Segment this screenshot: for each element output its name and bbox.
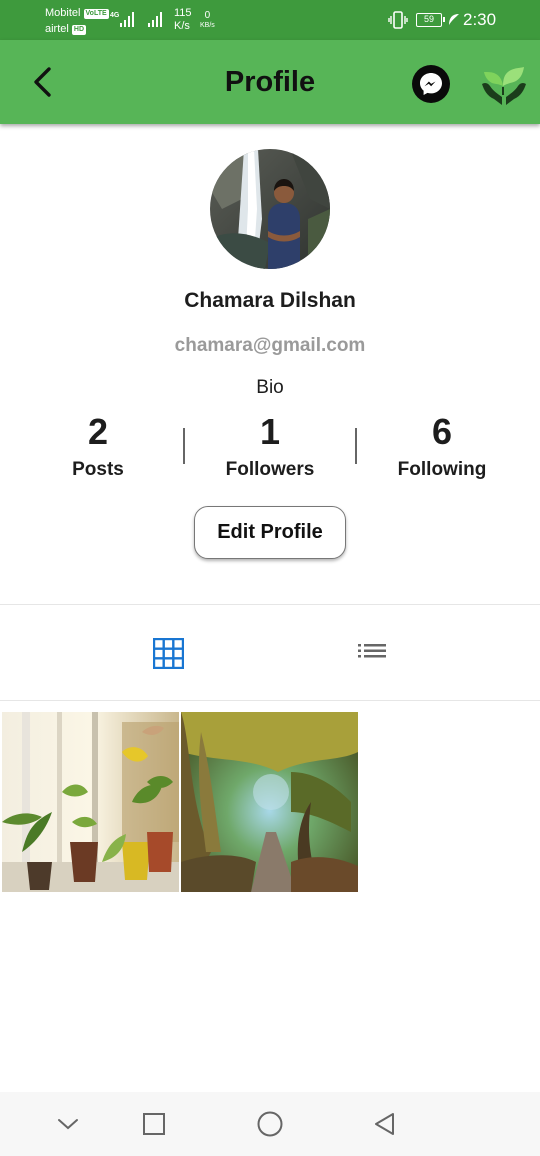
stat-label: Posts bbox=[72, 459, 124, 480]
carrier2: airtel bbox=[45, 23, 69, 35]
nav-hide-button[interactable] bbox=[50, 1106, 86, 1142]
vibrate-icon bbox=[388, 11, 408, 29]
network-type: 4G bbox=[110, 12, 120, 19]
carrier1: Mobitel bbox=[45, 7, 81, 19]
list-icon bbox=[358, 644, 386, 658]
circle-icon bbox=[257, 1111, 283, 1137]
potted-plants-window-photo bbox=[2, 712, 179, 892]
messenger-button[interactable] bbox=[412, 65, 450, 103]
speed-readout: 115 K/s bbox=[174, 7, 192, 32]
stat-label: Following bbox=[397, 459, 487, 480]
nav-back-button[interactable] bbox=[366, 1106, 402, 1142]
stat-posts[interactable]: 2 Posts bbox=[23, 410, 173, 483]
nav-recents-button[interactable] bbox=[136, 1106, 172, 1142]
avatar bbox=[210, 149, 330, 269]
speed-readout-2: 0 KB/s bbox=[200, 10, 215, 29]
hd-tag: HD bbox=[71, 25, 87, 35]
chevron-down-icon bbox=[58, 1119, 78, 1130]
stat-following[interactable]: 6 Following bbox=[367, 410, 517, 483]
stat-value: 6 bbox=[431, 411, 453, 452]
carriers: Mobitel VoLTE airtel HD bbox=[45, 5, 109, 37]
page-title: Profile bbox=[224, 66, 316, 98]
stat-value: 1 bbox=[259, 411, 281, 452]
divider bbox=[0, 700, 540, 701]
status-bar: Mobitel VoLTE airtel HD 4G 115 K/s 0 KB/… bbox=[0, 0, 540, 40]
post-thumbnail[interactable] bbox=[2, 712, 179, 892]
stat-followers[interactable]: 1 Followers bbox=[195, 410, 345, 483]
messenger-icon bbox=[420, 73, 442, 95]
avatar-photo bbox=[210, 149, 330, 269]
edit-profile-button[interactable]: Edit Profile bbox=[194, 506, 346, 559]
grid-icon bbox=[152, 637, 184, 669]
stat-divider bbox=[355, 428, 357, 464]
app-bar: Profile bbox=[0, 40, 540, 124]
stat-value: 2 bbox=[87, 411, 109, 452]
user-name: Chamara Dilshan bbox=[184, 289, 356, 312]
leaf-icon bbox=[449, 14, 459, 25]
post-thumbnail[interactable] bbox=[181, 712, 358, 892]
tab-list[interactable] bbox=[347, 628, 397, 678]
tab-grid[interactable] bbox=[143, 628, 193, 678]
stat-divider bbox=[183, 428, 185, 464]
nav-home-button[interactable] bbox=[252, 1106, 288, 1142]
signal-bars-icon bbox=[120, 11, 136, 27]
square-icon bbox=[143, 1113, 165, 1135]
user-email: chamara@gmail.com bbox=[174, 335, 366, 356]
triangle-back-icon bbox=[375, 1113, 394, 1135]
user-bio: Bio bbox=[256, 377, 284, 398]
signal-bars-icon-2 bbox=[148, 11, 164, 27]
stat-label: Followers bbox=[225, 459, 315, 480]
divider bbox=[0, 604, 540, 605]
system-nav-bar bbox=[0, 1092, 540, 1156]
battery-icon: 59 bbox=[416, 13, 445, 27]
clock: 2:30 bbox=[463, 10, 497, 29]
forest-tree-path-photo bbox=[181, 712, 358, 892]
hands-plant-icon[interactable] bbox=[478, 60, 530, 108]
volte-tag: VoLTE bbox=[83, 9, 109, 19]
